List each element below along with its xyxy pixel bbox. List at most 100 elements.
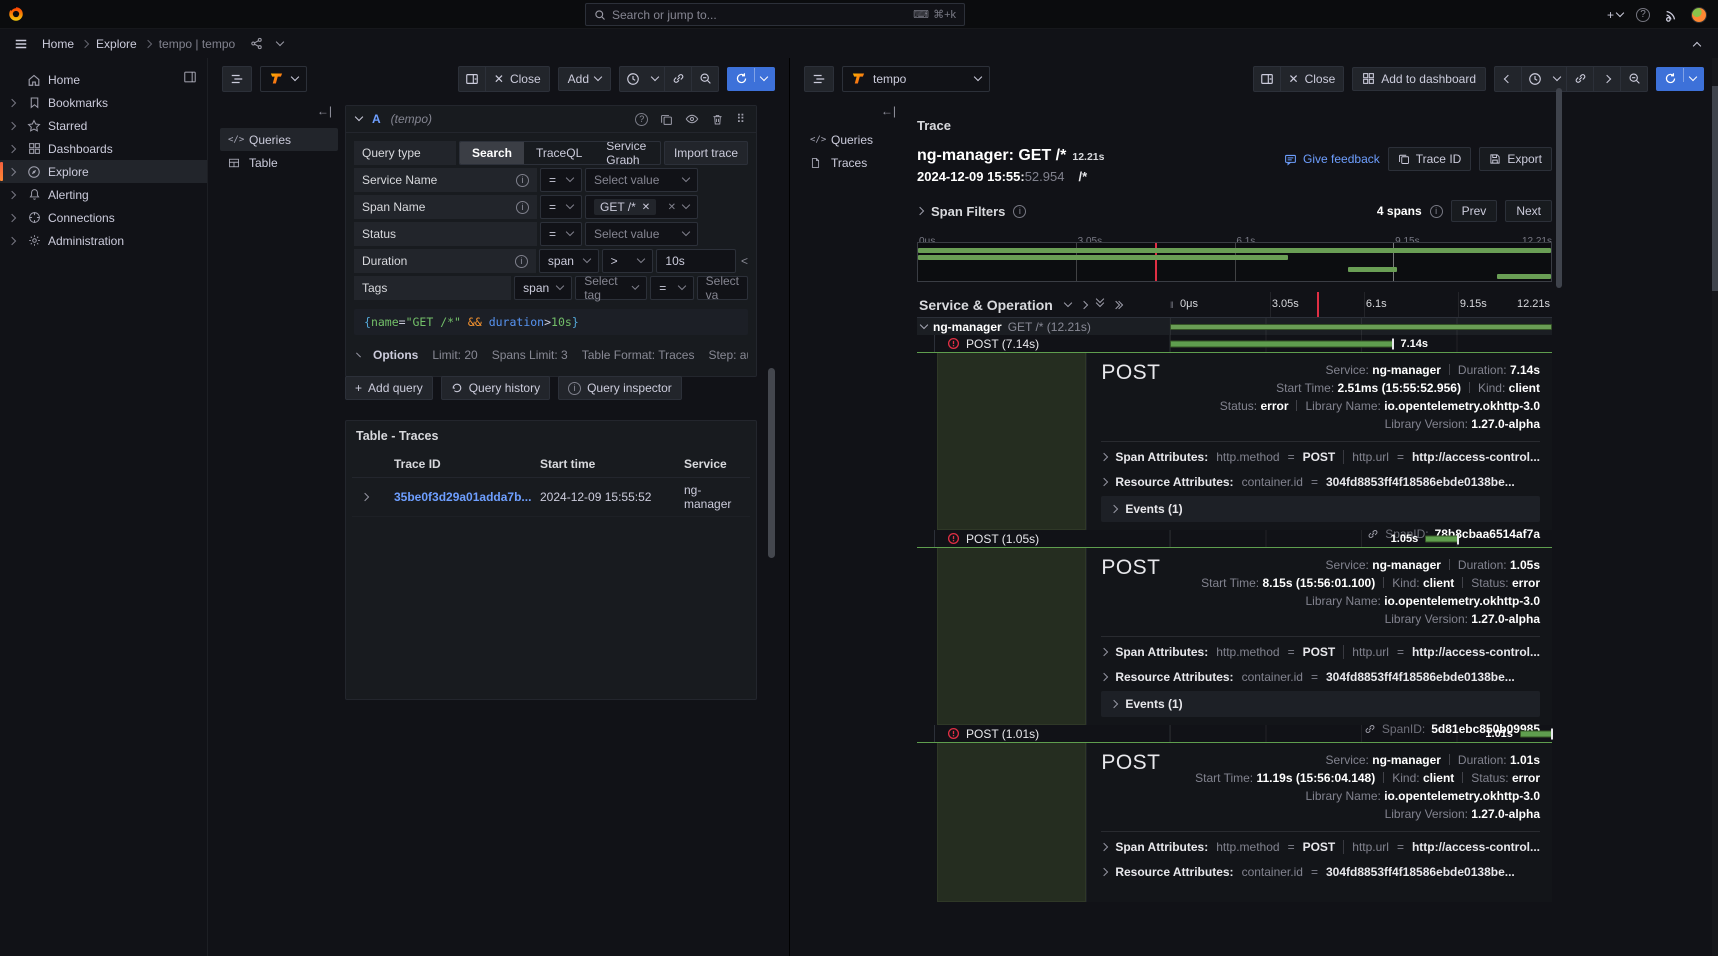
col-start-time[interactable]: Start time	[536, 451, 680, 478]
span-row-post-2[interactable]: POST (1.05s) 1.05s	[917, 530, 1552, 547]
tags-value-select[interactable]: Select va	[697, 276, 748, 300]
rail-item-traces[interactable]: Traces	[802, 151, 902, 174]
prev-span-button[interactable]: Prev	[1451, 200, 1498, 222]
span-name-operator[interactable]: =	[540, 195, 582, 219]
link-icon[interactable]	[665, 67, 691, 91]
left-pane-scrollbar[interactable]	[768, 368, 775, 558]
close-left-pane-button[interactable]: ✕ Close	[486, 67, 549, 91]
expand-icon[interactable]	[8, 98, 16, 106]
datasource-picker[interactable]: tempo	[842, 66, 990, 92]
expand-icon[interactable]	[1110, 505, 1118, 513]
remove-chip-icon[interactable]: ✕	[642, 202, 650, 213]
resource-attributes-row[interactable]: Resource Attributes: container.id=304fd8…	[1101, 664, 1540, 689]
breadcrumb-tempo[interactable]: tempo | tempo	[159, 37, 236, 51]
collapse-one-icon[interactable]	[1064, 298, 1072, 306]
trash-icon[interactable]	[711, 113, 724, 126]
span-row-post-1[interactable]: POST (7.14s) 7.14s	[917, 335, 1552, 352]
duration-scope-select[interactable]: span	[539, 249, 599, 273]
zoom-out-icon[interactable]	[1621, 67, 1647, 91]
rail-item-queries[interactable]: </> Queries	[220, 128, 338, 151]
sidebar-item-administration[interactable]: Administration	[0, 229, 207, 252]
col-service[interactable]: Service	[680, 451, 750, 478]
expand-icon[interactable]	[1101, 647, 1108, 655]
tags-scope-select[interactable]: span	[514, 276, 572, 300]
next-span-button[interactable]: Next	[1505, 200, 1552, 222]
new-button[interactable]: +	[1602, 3, 1628, 27]
breadcrumb-chevron-down-icon[interactable]	[276, 37, 284, 45]
sidebar-item-dashboards[interactable]: Dashboards	[0, 137, 207, 160]
sidebar-item-alerting[interactable]: Alerting	[0, 183, 207, 206]
datasource-picker[interactable]	[260, 66, 307, 92]
breadcrumb-explore[interactable]: Explore	[96, 37, 137, 51]
expand-icon[interactable]	[1101, 842, 1108, 850]
row-expander-icon[interactable]	[352, 478, 390, 517]
expand-icon[interactable]	[1101, 867, 1108, 875]
page-scrollbar[interactable]	[1712, 58, 1718, 956]
span-attributes-row[interactable]: Span Attributes: http.method=POST http.u…	[1101, 834, 1540, 859]
span-filters-expand-icon[interactable]	[916, 207, 924, 215]
drag-handle-icon[interactable]: ⠿	[736, 112, 746, 126]
query-history-button[interactable]: Query history	[441, 376, 550, 400]
expand-icon[interactable]	[8, 121, 16, 129]
span-row-root[interactable]: ng-manager GET /* (12.21s)	[917, 318, 1552, 335]
duplicate-icon[interactable]	[660, 113, 673, 126]
hide-response-eye-icon[interactable]	[685, 112, 699, 126]
trace-minimap[interactable]: 0μs 3.05s 6.1s 9.15s 12.21s	[917, 230, 1552, 282]
service-name-operator[interactable]: =	[540, 168, 582, 192]
help-icon[interactable]: ?	[1630, 3, 1656, 27]
service-name-value-select[interactable]: Select value	[585, 168, 698, 192]
events-row[interactable]: Events (1)	[1101, 496, 1540, 522]
expand-all-icon[interactable]	[1113, 302, 1122, 308]
time-range-chevron-icon[interactable]	[646, 67, 664, 91]
breadcrumb-home[interactable]: Home	[42, 37, 74, 51]
expand-one-icon[interactable]	[1080, 300, 1088, 308]
rail-item-table[interactable]: Table	[220, 151, 338, 174]
query-help-icon[interactable]: ?	[635, 113, 648, 126]
run-query-button[interactable]	[727, 67, 775, 91]
collapse-rail-icon[interactable]: ←|	[802, 100, 902, 128]
collapse-children-icon[interactable]	[920, 320, 928, 328]
expand-icon[interactable]	[8, 144, 16, 152]
expand-icon[interactable]	[8, 236, 16, 244]
minimap-bars[interactable]	[917, 242, 1552, 282]
user-avatar[interactable]	[1686, 3, 1712, 27]
trace-scrollbar[interactable]	[1556, 88, 1562, 288]
span-bar[interactable]	[1520, 730, 1552, 737]
sidebar-item-starred[interactable]: Starred	[0, 114, 207, 137]
shift-time-forward-icon[interactable]	[1594, 67, 1620, 91]
query-rows-icon[interactable]	[222, 66, 252, 92]
query-inspector-button[interactable]: i Query inspector	[558, 376, 682, 400]
collapse-all-icon[interactable]	[1097, 298, 1103, 311]
add-dropdown-button[interactable]: Add	[558, 67, 611, 91]
add-query-button[interactable]: + Add query	[345, 376, 433, 400]
news-icon[interactable]	[1658, 3, 1684, 27]
span-attributes-row[interactable]: Span Attributes: http.method=POST http.u…	[1101, 639, 1540, 664]
share-icon[interactable]	[243, 32, 269, 56]
resource-attributes-row[interactable]: Resource Attributes: container.id=304fd8…	[1101, 469, 1540, 494]
expand-icon[interactable]	[8, 213, 16, 221]
split-pane-icon[interactable]	[459, 67, 485, 91]
clear-icon[interactable]: ✕	[668, 202, 676, 213]
run-query-button[interactable]	[1656, 67, 1704, 91]
span-name-chip[interactable]: GET /*✕	[594, 199, 656, 215]
query-rows-icon[interactable]	[804, 66, 834, 92]
span-attributes-row[interactable]: Span Attributes: http.method=POST http.u…	[1101, 444, 1540, 469]
span-bar[interactable]	[1425, 535, 1458, 542]
duration-value-input[interactable]: 10s	[656, 249, 736, 273]
shift-time-back-icon[interactable]	[1495, 67, 1521, 91]
collapse-query-icon[interactable]	[355, 113, 363, 121]
tags-operator[interactable]: =	[650, 276, 693, 300]
duration-operator[interactable]: >	[602, 249, 654, 273]
add-to-dashboard-button[interactable]: Add to dashboard	[1352, 67, 1486, 91]
collapse-rail-icon[interactable]: ←|	[220, 100, 338, 128]
zoom-out-icon[interactable]	[692, 67, 718, 91]
table-panel-title[interactable]: Table - Traces	[346, 421, 756, 451]
tab-service-graph[interactable]: Service Graph	[594, 142, 660, 164]
resource-attributes-row[interactable]: Resource Attributes: container.id=304fd8…	[1101, 859, 1540, 884]
events-row[interactable]: Events (1)	[1101, 691, 1540, 717]
trace-id-button[interactable]: Trace ID	[1388, 147, 1472, 171]
trace-panel-title[interactable]: Trace	[917, 118, 1552, 133]
link-icon[interactable]	[1567, 67, 1593, 91]
tags-key-select[interactable]: Select tag	[575, 276, 647, 300]
rail-item-queries[interactable]: </> Queries	[802, 128, 902, 151]
